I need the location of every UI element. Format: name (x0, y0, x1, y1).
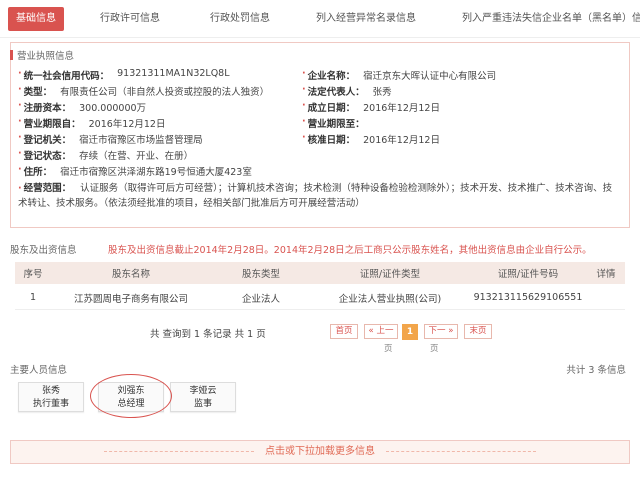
col-header-detail: 详情 (596, 269, 616, 280)
credit-code-value: 91321311MA1N32LQ8L (117, 68, 230, 79)
prev-page-button[interactable]: « 上一 (364, 324, 398, 339)
legal-rep-row: · 法定代表人： 张秀 (302, 84, 392, 98)
approved-value: 2016年12月12日 (363, 135, 440, 146)
person-card[interactable]: 李娅云 监事 (170, 382, 236, 412)
term-from-value: 2016年12月12日 (88, 119, 166, 130)
capital-value: 300.000000万 (79, 103, 147, 114)
tab-basic-info[interactable]: 基础信息 (8, 6, 64, 31)
scope-value: 认证服务（取得许可后方可经营）；计算机技术咨询；技术检测（特种设备检验检测除外）… (18, 183, 613, 209)
capital-row: · 注册资本： 300.000000万 (18, 100, 147, 114)
cell-cert-type: 企业法人营业执照(公司) (338, 293, 442, 305)
divider (103, 450, 254, 452)
tab-bar: 基础信息 行政许可信息 行政处罚信息 列入经营异常名录信息 列入严重违法失信企业… (0, 0, 640, 38)
col-header-cert-no: 证照/证件号码 (497, 269, 559, 280)
col-header-index: 序号 (23, 269, 43, 280)
scope-row: · 经营范围： 认证服务（取得许可后方可经营）；计算机技术咨询；技术检测（特种设备… (18, 183, 613, 209)
cell-name: 江苏圆周电子商务有限公司 (73, 293, 188, 305)
tab-admin-penalty[interactable]: 行政处罚信息 (202, 7, 278, 31)
legal-rep-value: 张秀 (372, 87, 392, 98)
license-section-title: 营业执照信息 (10, 48, 74, 62)
address-value: 宿迁市宿豫区洪泽湖东路19号恒通大厦423室 (60, 167, 252, 178)
last-page-button[interactable]: 末页 (464, 324, 492, 339)
first-page-button[interactable]: 首页 (330, 324, 358, 339)
status-row: · 登记状态： 存续（在营、开业、在册） (18, 148, 194, 162)
person-card[interactable]: 张秀 执行董事 (18, 382, 84, 412)
tab-admin-license[interactable]: 行政许可信息 (92, 7, 168, 31)
load-more-label: 点击或下拉加载更多信息 (265, 446, 375, 457)
term-to-row: · 营业期限至： (302, 116, 365, 130)
cell-cert-no: 913213115629106551 (473, 292, 583, 303)
term-from-row: · 营业期限自： 2016年12月12日 (18, 116, 166, 130)
next-page-button[interactable]: 下一 » (424, 324, 458, 339)
approved-row: · 核准日期： 2016年12月12日 (302, 132, 440, 146)
tab-abnormal-list[interactable]: 列入经营异常名录信息 (308, 7, 424, 31)
people-section-title: 主要人员信息 (10, 365, 68, 376)
highlight-circle (90, 374, 172, 418)
established-row: · 成立日期： 2016年12月12日 (302, 100, 440, 114)
tab-blacklist[interactable]: 列入严重违法失信企业名单（黑名单）信息 (454, 7, 640, 31)
pager-info: 共 查询到 1 条记录 共 1 页 (150, 329, 266, 340)
person-role: 执行董事 (32, 399, 69, 409)
person-role: 监事 (193, 399, 212, 409)
person-name: 李娅云 (189, 386, 217, 396)
address-row: · 住所： 宿迁市宿豫区洪泽湖东路19号恒通大厦423室 (18, 164, 252, 178)
type-row: · 类型： 有限责任公司（非自然人投资或控股的法人独资） (18, 84, 270, 98)
cell-type: 企业法人 (241, 293, 280, 305)
authority-value: 宿迁市宿豫区市场监督管理局 (79, 135, 203, 146)
shareholders-notice: 股东及出资信息截止2014年2月28日。2014年2月28日之后工商只公示股东姓… (108, 245, 592, 256)
col-header-cert-type: 证照/证件类型 (359, 269, 421, 280)
table-header: 序号 股东名称 股东类型 证照/证件类型 证照/证件号码 详情 (15, 262, 625, 284)
company-name-row: · 企业名称： 宿迁京东大晖认证中心有限公司 (302, 68, 497, 82)
type-value: 有限责任公司（非自然人投资或控股的法人独资） (60, 87, 270, 98)
status-value: 存续（在营、开业、在册） (79, 151, 194, 162)
person-name: 张秀 (41, 386, 60, 396)
prev-page-suffix: 页 (384, 344, 393, 354)
col-header-name: 股东名称 (111, 269, 150, 280)
credit-code-row: · 统一社会信用代码： 91321311MA1N32LQ8L (18, 68, 230, 82)
load-more-button[interactable]: 点击或下拉加载更多信息 (10, 440, 630, 464)
authority-row: · 登记机关： 宿迁市宿豫区市场监督管理局 (18, 132, 203, 146)
people-count: 共计 3 条信息 (566, 365, 626, 376)
shareholders-section-title: 股东及出资信息 (10, 245, 77, 256)
divider (386, 450, 537, 452)
cell-index: 1 (29, 292, 37, 303)
col-header-type: 股东类型 (241, 269, 280, 280)
current-page-button[interactable]: 1 (402, 324, 418, 340)
next-page-suffix: 页 (430, 344, 439, 354)
established-value: 2016年12月12日 (363, 103, 440, 114)
company-name-value: 宿迁京东大晖认证中心有限公司 (363, 71, 497, 82)
table-row: 1 江苏圆周电子商务有限公司 企业法人 企业法人营业执照(公司) 9132131… (15, 286, 625, 310)
section-marker (10, 50, 13, 60)
